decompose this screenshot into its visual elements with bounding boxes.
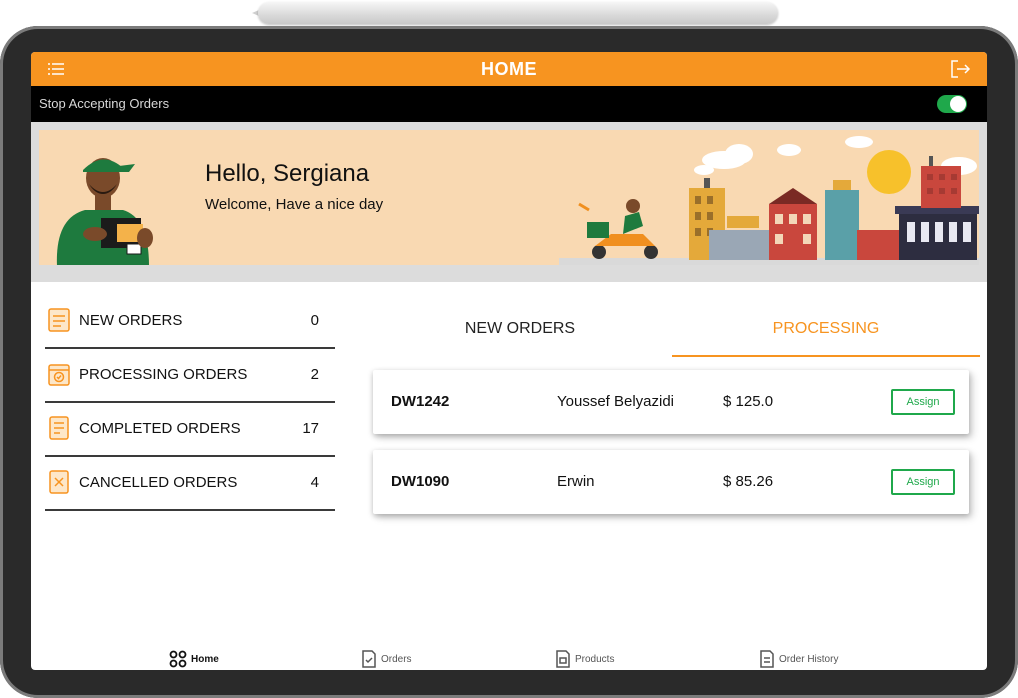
order-id: DW1242 [391, 393, 450, 410]
bottom-navigation: Home Orders Products Order History [31, 648, 987, 670]
welcome-banner: Hello, Sergiana Welcome, Have a nice day [39, 130, 979, 265]
order-tabs: NEW ORDERS PROCESSING [368, 302, 980, 358]
summary-row-completed-orders[interactable]: COMPLETED ORDERS 17 [45, 404, 335, 457]
top-bar: HOME [31, 52, 987, 86]
order-amount: $ 125.0 [723, 393, 774, 410]
nav-order-history[interactable]: Order History [759, 648, 838, 670]
welcome-text: Welcome, Have a nice day [205, 196, 384, 213]
cancelled-orders-icon [49, 470, 69, 494]
summary-row-new-orders[interactable]: NEW ORDERS 0 [45, 296, 335, 349]
order-customer: Youssef Belyazidi [557, 393, 675, 410]
order-customer: Erwin [557, 473, 595, 490]
summary-count: 4 [310, 474, 319, 491]
switch-knob [950, 96, 966, 112]
city-skyline-illustration [559, 136, 979, 265]
order-history-icon [760, 650, 774, 668]
summary-label: CANCELLED ORDERS [79, 474, 238, 491]
stop-accepting-orders-label: Stop Accepting Orders [39, 96, 170, 111]
banner-area: Hello, Sergiana Welcome, Have a nice day [31, 122, 987, 282]
assign-button[interactable]: Assign [891, 469, 955, 495]
nav-order-history-label: Order History [779, 653, 839, 665]
products-icon [556, 650, 570, 668]
stylus [258, 2, 778, 24]
logout-icon[interactable] [949, 58, 971, 80]
home-grid-icon [169, 650, 187, 668]
order-card[interactable]: DW1090 Erwin $ 85.26 Assign [373, 450, 969, 514]
nav-products-label: Products [575, 653, 615, 665]
summary-count: 2 [310, 366, 319, 383]
summary-label: NEW ORDERS [79, 312, 183, 329]
nav-home[interactable]: Home [169, 648, 219, 670]
processing-orders-icon [48, 364, 70, 386]
tab-processing[interactable]: PROCESSING [672, 302, 980, 357]
order-card[interactable]: DW1242 Youssef Belyazidi $ 125.0 Assign [373, 370, 969, 434]
summary-label: COMPLETED ORDERS [79, 420, 241, 437]
summary-count: 17 [302, 420, 319, 437]
delivery-man-illustration [56, 158, 153, 265]
nav-orders[interactable]: Orders [361, 648, 412, 670]
nav-products[interactable]: Products [555, 648, 614, 670]
new-orders-icon [48, 308, 70, 332]
summary-count: 0 [310, 312, 319, 329]
orders-icon [362, 650, 376, 668]
order-id: DW1090 [391, 473, 450, 490]
order-amount: $ 85.26 [723, 473, 774, 490]
tab-new-orders[interactable]: NEW ORDERS [368, 302, 672, 355]
greeting-text: Hello, Sergiana [205, 160, 370, 187]
completed-orders-icon [49, 416, 69, 440]
orders-summary: NEW ORDERS 0 PROCESSING ORDERS 2 COMPLET… [45, 296, 335, 512]
nav-home-label: Home [191, 653, 219, 665]
summary-row-processing-orders[interactable]: PROCESSING ORDERS 2 [45, 350, 335, 403]
app-screen: HOME Stop Accepting Orders Hello, Sergia… [31, 52, 987, 670]
assign-button[interactable]: Assign [891, 389, 955, 415]
summary-row-cancelled-orders[interactable]: CANCELLED ORDERS 4 [45, 458, 335, 511]
nav-orders-label: Orders [381, 653, 412, 665]
stop-accepting-orders-switch[interactable] [937, 95, 967, 113]
page-title: HOME [481, 59, 537, 79]
summary-label: PROCESSING ORDERS [79, 366, 248, 383]
accepting-orders-bar: Stop Accepting Orders [31, 86, 987, 122]
